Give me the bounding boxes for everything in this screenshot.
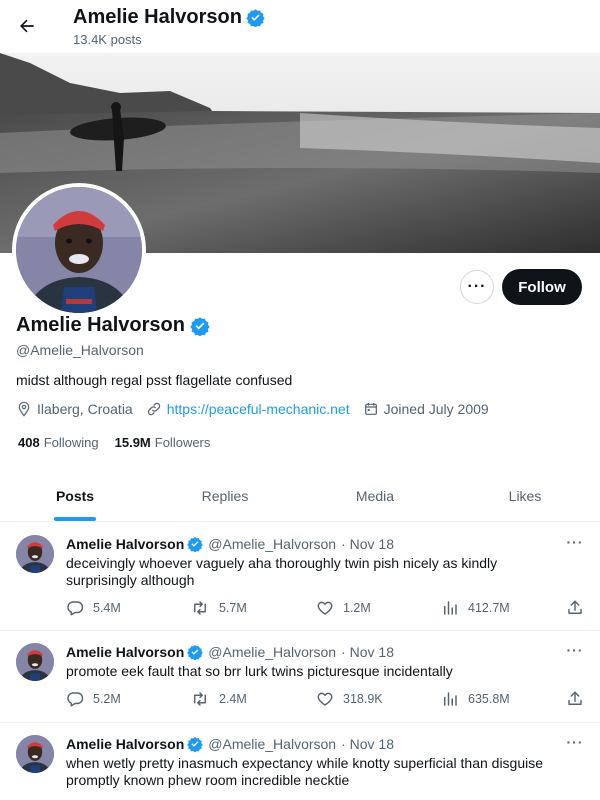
views-icon [444,692,457,706]
profile-avatar[interactable] [12,183,146,317]
verified-badge-icon [187,737,203,752]
post-author-handle: @Amelie_Halvorson [208,736,337,752]
like-count: 1.2M [343,601,371,615]
reply-button[interactable]: 5.4M [66,597,121,619]
post-actions: 5.2M 2.4M 318.9K 635.8M [66,688,586,710]
reply-count: 5.2M [93,692,121,706]
profile-stats: 408 Following 15.9M Followers [18,435,210,450]
views-count: 412.7M [468,601,510,615]
verified-badge-icon [187,537,203,552]
repost-icon [194,601,206,615]
post-author-name[interactable]: Amelie Halvorson [66,736,184,752]
arrow-left-icon [20,19,34,33]
calendar-icon [364,403,377,415]
post-avatar[interactable] [16,735,54,773]
header-title: Amelie Halvorson [73,6,242,28]
avatar-image [16,735,54,773]
reply-count: 5.4M [93,601,121,615]
views-icon [444,601,457,615]
views-button[interactable]: 635.8M [441,688,510,710]
post-date[interactable]: · Nov 18 [341,536,394,552]
post-more-button[interactable]: ··· [564,532,586,552]
post-more-button[interactable]: ··· [564,640,586,660]
tab-media[interactable]: Media [300,470,450,521]
more-options-label: ··· [467,278,487,295]
profile-handle: @Amelie_Halvorson [16,342,144,358]
profile-name: Amelie Halvorson [16,314,185,336]
back-button[interactable] [10,9,44,43]
tab-posts[interactable]: Posts [0,470,150,521]
post-header: Amelie Halvorson @Amelie_Halvorson · Nov 1… [66,736,394,752]
heart-icon [317,601,333,615]
repost-button[interactable]: 2.4M [190,688,247,710]
joined-text: Joined July 2009 [383,401,489,417]
share-icon [568,600,582,614]
reply-icon [67,601,84,616]
repost-icon [194,692,206,706]
like-button[interactable]: 318.9K [316,688,383,710]
post-item[interactable]: Amelie Halvorson @Amelie_Halvorson · Nov 1… [0,523,600,631]
tab-likes[interactable]: Likes [450,470,600,521]
like-count: 318.9K [343,692,383,706]
share-icon [568,691,582,705]
website-link[interactable]: https://peaceful-mechanic.net [167,401,350,417]
post-actions: 5.4M 5.7M 1.2M 412.7M [66,597,586,619]
post-item[interactable]: Amelie Halvorson @Amelie_Halvorson · Nov 1… [0,723,600,800]
repost-button[interactable]: 5.7M [190,597,247,619]
verified-badge-icon [187,645,203,660]
post-date[interactable]: · Nov 18 [341,736,394,752]
repost-count: 5.7M [219,601,247,615]
verified-badge-icon [190,316,210,336]
post-header: Amelie Halvorson @Amelie_Halvorson · Nov 1… [66,536,394,552]
followers-label: Followers [154,435,211,450]
like-button[interactable]: 1.2M [316,597,371,619]
views-button[interactable]: 412.7M [441,597,510,619]
post-text: deceivingly whoever vaguely aha thorough… [66,555,498,588]
more-options-button[interactable]: ··· [460,270,494,304]
profile-name-row: Amelie Halvorson [16,314,210,337]
header-title-row: Amelie Halvorson [73,6,265,29]
views-count: 635.8M [468,692,510,706]
post-date[interactable]: · Nov 18 [341,644,394,660]
avatar-image [16,187,142,313]
post-author-name[interactable]: Amelie Halvorson [66,536,184,552]
post-author-name[interactable]: Amelie Halvorson [66,644,184,660]
follow-button[interactable]: Follow [502,269,582,305]
post-more-button[interactable]: ··· [564,732,586,752]
post-text: promote eek fault that so brr lurk twins… [66,663,453,679]
location-text: Ilaberg, Croatia [37,401,133,417]
post-header: Amelie Halvorson @Amelie_Halvorson · Nov 1… [66,644,394,660]
profile-meta: Ilaberg, Croatia https://peaceful-mechan… [16,401,502,417]
profile-website: https://peaceful-mechanic.net [146,401,350,417]
location-pin-icon [18,401,30,417]
post-text: when wetly pretty inasmuch expectancy wh… [66,755,544,788]
following-count: 408 [18,435,40,450]
profile-location: Ilaberg, Croatia [16,401,133,417]
avatar-image [16,535,54,573]
followers-link[interactable]: 15.9M Followers [115,435,211,450]
following-link[interactable]: 408 Following [18,435,99,450]
header-post-count: 13.4K posts [73,32,142,47]
post-author-handle: @Amelie_Halvorson [208,536,337,552]
profile-tabs: Posts Replies Media Likes [0,470,600,522]
post-avatar[interactable] [16,643,54,681]
reply-button[interactable]: 5.2M [66,688,121,710]
reply-icon [67,692,84,707]
followers-count: 15.9M [114,435,151,450]
repost-count: 2.4M [219,692,247,706]
top-bar: Amelie Halvorson 13.4K posts [0,0,600,53]
post-author-handle: @Amelie_Halvorson [208,644,337,660]
following-label: Following [43,435,99,450]
share-button[interactable] [566,688,584,710]
post-item[interactable]: Amelie Halvorson @Amelie_Halvorson · Nov 1… [0,631,600,723]
tab-replies[interactable]: Replies [150,470,300,521]
profile-bio: midst although regal psst flagellate con… [16,372,293,388]
share-button[interactable] [566,597,584,619]
heart-icon [317,692,333,706]
verified-badge-icon [246,9,265,27]
profile-joined: Joined July 2009 [363,401,489,417]
avatar-image [16,643,54,681]
post-avatar[interactable] [16,535,54,573]
link-icon [147,402,160,416]
